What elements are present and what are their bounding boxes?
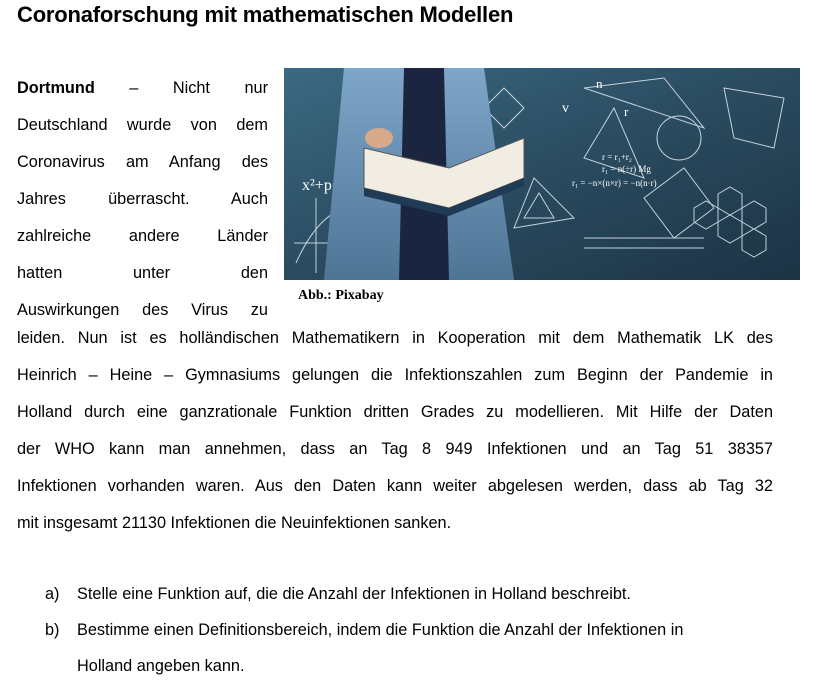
body-line: mit insgesamt 21130 Infektionen die Neui… [17,514,452,532]
formula-label: r₁ = −n×(n×r) = −n(n·r) [572,178,657,188]
formula-label: r = r₁+r₂ [602,152,632,162]
pixabay-figure: x²+p r = r₁+r₂ r₁ = n(÷r) Mg r₁ = −n×(n×… [284,68,800,280]
body-paragraph: leiden. Nun ist es holländischen Mathema… [17,320,773,542]
document-title: Coronaforschung mit mathematischen Model… [17,2,514,27]
location-label: Dortmund [17,79,95,97]
task-marker: a) [45,585,60,603]
task-text: Holland angeben kann. [77,657,245,675]
body-line: der WHO kann man annehmen, dass an Tag 8… [17,440,773,458]
body-line: leiden. Nun ist es holländischen Mathema… [17,329,773,347]
body-line: Heinrich – Heine – Gymnasiums gelungen d… [17,366,773,384]
formula-label: r₁ = n(÷r) Mg [602,164,651,174]
intro-line: zahlreiche andere Länder [17,227,268,245]
formula-label: v [562,101,569,116]
formula-label: x²+p [302,177,332,194]
task-item-a: a) Stelle eine Funktion auf, die die Anz… [17,576,773,612]
intro-line: Jahres überrascht. Auch [17,190,268,208]
math-teacher-image: x²+p r = r₁+r₂ r₁ = n(÷r) Mg r₁ = −n×(n×… [284,68,800,280]
intro-column: Dortmund – Nicht nur Deutschland wurde v… [17,70,268,329]
task-text: Stelle eine Funktion auf, die die Anzahl… [77,585,631,603]
task-text: Bestimme einen Definitionsbereich, indem… [77,621,684,639]
intro-line: Dortmund – Nicht nur [17,79,268,97]
intro-line: hatten unter den [17,264,268,282]
task-marker: b) [45,621,60,639]
formula-label: n [596,76,603,91]
formula-label: r [624,104,629,119]
body-line: Holland durch eine ganzrationale Funktio… [17,403,773,421]
body-line: Infektionen vorhanden waren. Aus den Dat… [17,477,773,495]
task-list: a) Stelle eine Funktion auf, die die Anz… [17,576,773,684]
figure-caption: Abb.: Pixabay [298,288,384,303]
intro-line: Deutschland wurde von dem [17,116,268,134]
task-item-b: b) Bestimme einen Definitionsbereich, in… [17,612,773,684]
intro-line: Coronavirus am Anfang des [17,153,268,171]
